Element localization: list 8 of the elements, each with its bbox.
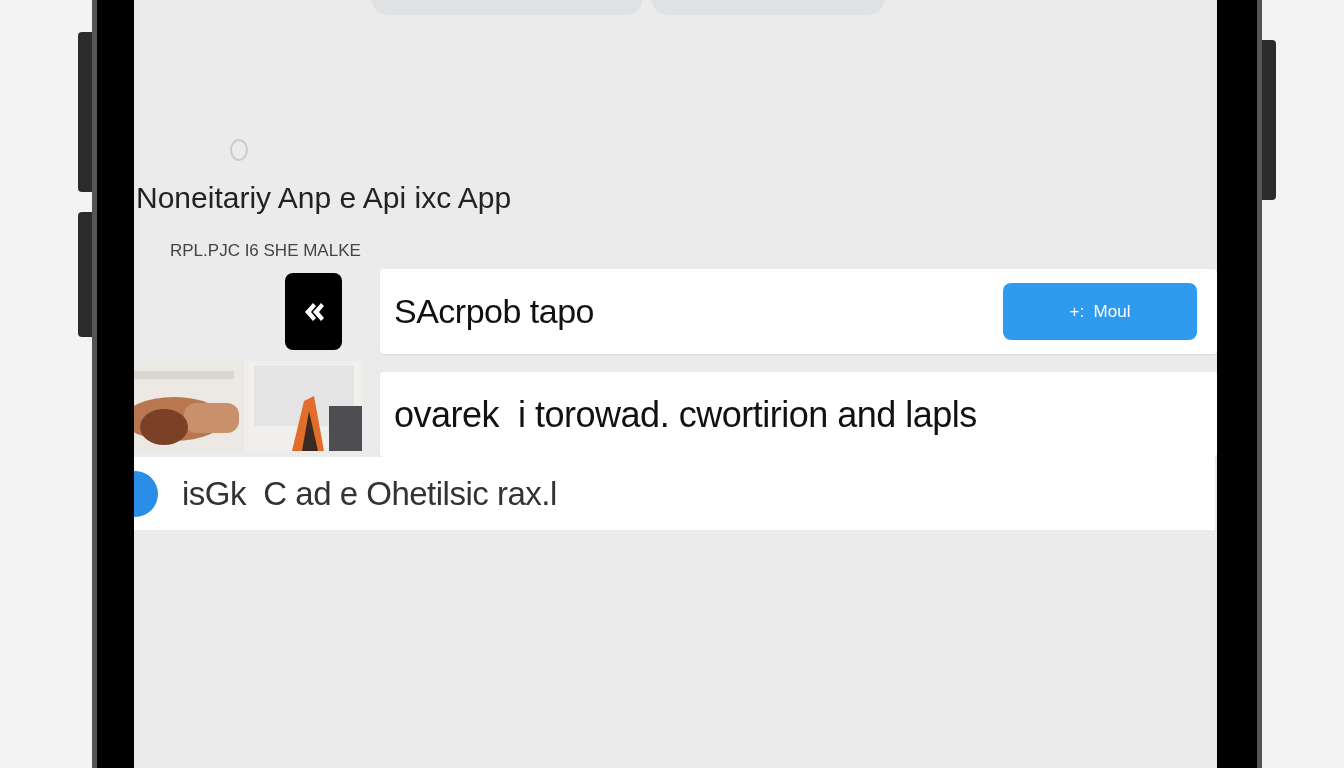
row-title: SAcrpob tapo xyxy=(394,292,595,331)
row-title: ovarek i torowad. cwortirion and lapls xyxy=(394,393,977,436)
app-icon[interactable] xyxy=(285,273,342,350)
subtitle: RPL.PJC I6 SHE MALKE xyxy=(170,241,362,261)
open-button[interactable]: +: Moul xyxy=(1003,283,1197,340)
row-title: isGk C ad e Ohetilsic rax.l xyxy=(182,474,557,513)
app-title: Noneitariy Anp e Api ixc App xyxy=(136,181,513,215)
circle-icon xyxy=(230,139,248,161)
